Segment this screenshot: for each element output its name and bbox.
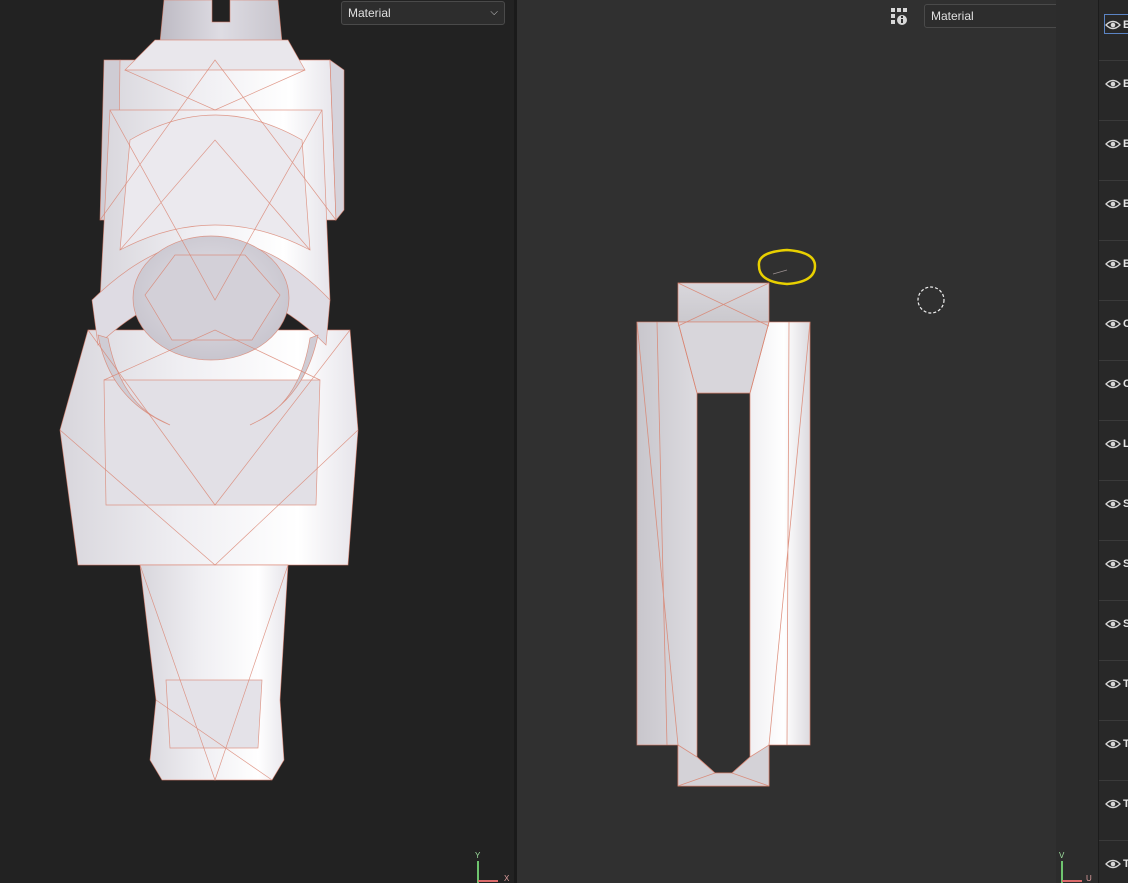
layer-row[interactable]: T (1099, 780, 1128, 841)
layer-row[interactable]: S (1099, 600, 1128, 661)
shading-mode-dropdown-uv[interactable]: Material ⌵ (924, 4, 1056, 28)
uv-islands (636, 248, 945, 787)
shading-mode-label: Material (931, 9, 974, 23)
layer-label: T (1123, 798, 1128, 810)
layer-row[interactable]: C (1099, 300, 1128, 361)
eye-icon[interactable] (1105, 258, 1121, 270)
chevron-down-icon: ⌵ (490, 7, 498, 18)
annotation-circle (757, 248, 817, 286)
eye-icon[interactable] (1105, 78, 1121, 90)
layer-label: B (1123, 198, 1128, 210)
eye-icon[interactable] (1105, 738, 1121, 750)
layer-label: S (1123, 558, 1128, 570)
viewport-3d[interactable]: Material ⌵ Y X (0, 0, 514, 883)
layer-label: S (1123, 618, 1128, 630)
layer-row[interactable]: T (1099, 660, 1128, 721)
layer-row[interactable]: B (1099, 240, 1128, 301)
axis-v-label: V (1059, 851, 1065, 860)
axis-u-label: U (1086, 874, 1092, 883)
axis-gizmo-3d: Y X (470, 851, 514, 883)
axis-gizmo-uv: V U (1056, 851, 1098, 883)
layer-label: B (1123, 138, 1128, 150)
layer-label: L (1123, 438, 1128, 450)
eye-icon[interactable] (1105, 858, 1121, 870)
layer-label: S (1123, 498, 1128, 510)
layer-row[interactable]: B (1099, 60, 1128, 121)
layer-label: C (1123, 378, 1128, 390)
axis-y-label: Y (475, 851, 481, 860)
eye-icon[interactable] (1105, 558, 1121, 570)
layer-label: B (1123, 78, 1128, 90)
brush-cursor-icon (917, 286, 945, 314)
axis-x-label: X (504, 874, 510, 883)
eye-icon[interactable] (1105, 378, 1121, 390)
eye-icon[interactable] (1105, 678, 1121, 690)
layer-label: T (1123, 858, 1128, 870)
layer-row[interactable]: S (1099, 480, 1128, 541)
layer-label: T (1123, 738, 1128, 750)
layer-label: B (1123, 258, 1128, 270)
layer-row[interactable]: C (1099, 360, 1128, 421)
eye-icon[interactable] (1105, 438, 1121, 450)
layer-label: C (1123, 318, 1128, 330)
layer-row[interactable]: B (1099, 180, 1128, 241)
uv-gutter: V U (1056, 0, 1098, 883)
grid-info-icon[interactable] (889, 6, 909, 26)
layer-label: T (1123, 678, 1128, 690)
layer-row[interactable]: L (1099, 420, 1128, 481)
shading-mode-dropdown-3d[interactable]: Material ⌵ (341, 1, 505, 25)
layer-row[interactable]: B (1099, 0, 1128, 61)
layer-row[interactable]: S (1099, 540, 1128, 601)
eye-icon[interactable] (1105, 138, 1121, 150)
eye-icon[interactable] (1105, 19, 1121, 31)
eye-icon[interactable] (1105, 198, 1121, 210)
viewport-uv[interactable]: Material ⌵ (517, 0, 1056, 883)
layer-row[interactable]: T (1099, 840, 1128, 883)
layer-label: B (1123, 19, 1128, 31)
layer-row[interactable]: B (1099, 120, 1128, 181)
eye-icon[interactable] (1105, 618, 1121, 630)
shading-mode-label: Material (348, 6, 391, 20)
eye-icon[interactable] (1105, 318, 1121, 330)
layers-panel: B B B B B C C L S S S T T T T (1098, 0, 1128, 883)
layer-row[interactable]: T (1099, 720, 1128, 781)
eye-icon[interactable] (1105, 498, 1121, 510)
model-render (59, 0, 359, 782)
eye-icon[interactable] (1105, 798, 1121, 810)
